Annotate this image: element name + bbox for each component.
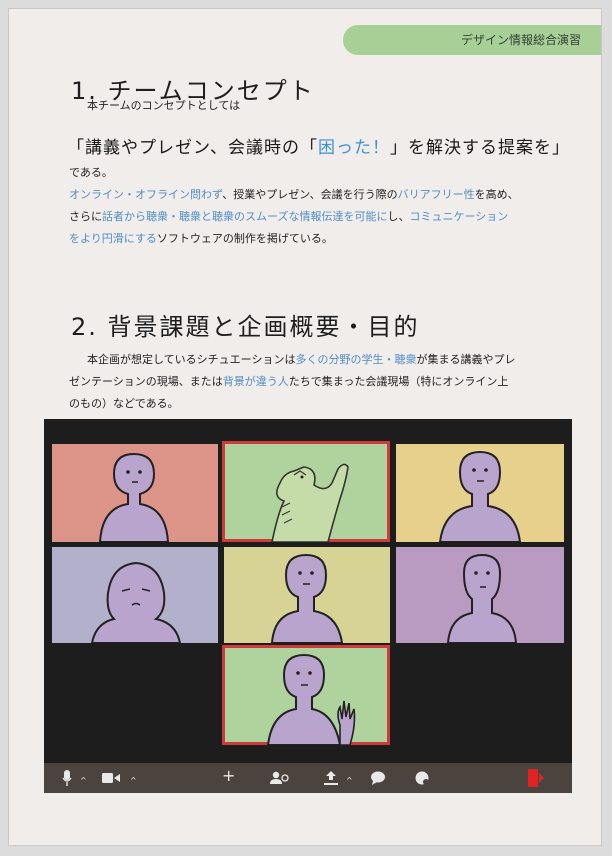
video-tile-5 (224, 547, 390, 643)
hl-many-fields: 多くの分野の学生・聴衆 (295, 353, 417, 366)
mic-icon[interactable] (62, 770, 72, 791)
section2-line-c: のもの）などである。 (69, 397, 179, 410)
participant-figure (270, 553, 344, 643)
add-icon[interactable]: + (222, 768, 235, 784)
hl-communication: コミュニケーション (409, 210, 509, 223)
video-tile-2-active (222, 441, 390, 542)
section2-title: 2. 背景課題と企画概要・目的 (71, 313, 420, 341)
participant-figure (90, 561, 182, 643)
section1-intro: 本チームのコンセプトとしては (87, 99, 241, 112)
video-conference-illustration: ^ ^ + ^ (44, 419, 572, 793)
header-tab: デザイン情報総合演習 (343, 25, 601, 55)
section1-line-b: オンライン・オフライン問わず、授業やプレゼン、会議を行う際のバリアフリー性を高め… (69, 184, 519, 206)
hl-different-background: 背景が違う人 (222, 375, 289, 388)
hl-smoother: をより円滑にする (69, 232, 157, 245)
participant-figure (98, 452, 170, 542)
text-segment: ソフトウェアの制作を掲げている。 (156, 232, 333, 245)
participant-figure (446, 553, 518, 643)
text-segment: さらに (69, 210, 102, 223)
dinosaur-figure (271, 463, 349, 542)
text-segment: ゼンテーションの現場、または (69, 375, 223, 388)
text-segment: 本企画が想定しているシチュエーションは (87, 353, 296, 366)
mic-options-caret[interactable]: ^ (80, 773, 87, 789)
participants-icon[interactable] (270, 770, 290, 791)
section1-line-d: をより円滑にするソフトウェアの制作を掲げている。 (69, 228, 333, 250)
quote-after: 」を解決する提案を」 (389, 138, 570, 158)
hl-online-offline: オンライン・オフライン問わず (69, 188, 223, 201)
reaction-icon[interactable] (414, 770, 430, 791)
section1-line-c: さらに話者から聴衆・聴衆と聴衆のスムーズな情報伝達を可能にし、コミュニケーション (69, 206, 508, 228)
text-segment: を高め、 (474, 188, 519, 201)
video-tile-3 (396, 444, 564, 542)
share-icon[interactable] (324, 770, 338, 791)
section2-line-a: 本企画が想定しているシチュエーションは多くの分野の学生・聴衆が集まる講義やプレ (87, 349, 515, 371)
text-segment: が集まる講義やプレ (416, 353, 516, 366)
concept-quote: 「講義やプレゼン、会議時の「困った！」を解決する提案を」 (67, 133, 570, 158)
meeting-toolbar: ^ ^ + ^ (44, 763, 572, 793)
chat-icon[interactable] (370, 770, 386, 791)
leave-icon[interactable] (528, 769, 538, 787)
quote-before: 「講義やプレゼン、会議時の「 (67, 138, 318, 158)
participant-figure (438, 450, 522, 542)
video-icon[interactable] (102, 770, 120, 791)
participant-figure (266, 653, 356, 745)
share-options-caret[interactable]: ^ (346, 773, 353, 789)
video-options-caret[interactable]: ^ (130, 773, 137, 789)
document-page: デザイン情報総合演習 1. チームコンセプト 本チームのコンセプトとしては 「講… (8, 8, 602, 846)
video-tile-7-speaker (222, 645, 390, 745)
video-tile-4 (52, 547, 218, 643)
quote-highlight: 困った！ (317, 138, 390, 158)
hl-barrier-free: バリアフリー性 (397, 188, 475, 201)
section1-line-a: である。 (69, 166, 113, 179)
video-tile-1 (52, 444, 218, 542)
hl-smooth-communication: 話者から聴衆・聴衆と聴衆のスムーズな情報伝達を可能に (102, 210, 388, 223)
text-segment: たちで集まった会議現場（特にオンライン上 (288, 375, 509, 388)
text-segment: し、 (387, 210, 410, 223)
video-tile-6 (396, 547, 564, 643)
leave-arrow-icon (539, 773, 544, 783)
text-segment: 、授業やプレゼン、会議を行う際の (222, 188, 398, 201)
section2-line-b: ゼンテーションの現場、または背景が違う人たちで集まった会議現場（特にオンライン上 (69, 371, 508, 393)
